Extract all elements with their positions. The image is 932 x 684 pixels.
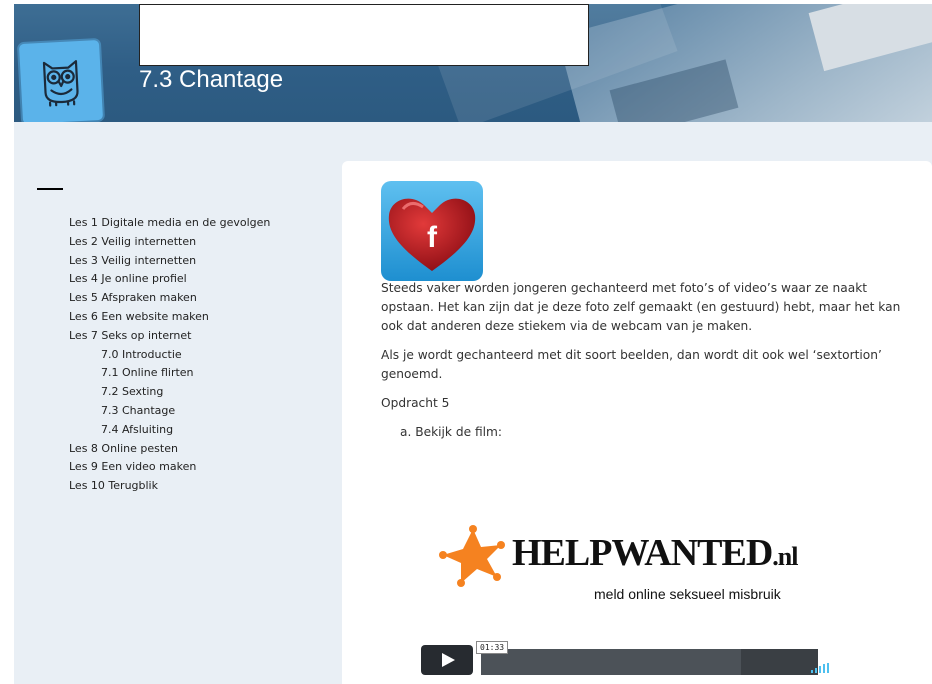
- gear-icon[interactable]: ⚙: [836, 659, 847, 673]
- sidebar-item[interactable]: Les 6 Een website maken: [69, 308, 270, 327]
- sidebar-item[interactable]: 7.2 Sexting: [69, 383, 270, 402]
- lesson-content: Steeds vaker worden jongeren gechanteerd…: [381, 279, 901, 452]
- volume-icon[interactable]: [811, 663, 831, 673]
- sidebar-item[interactable]: 7.0 Introductie: [69, 346, 270, 365]
- sidebar-item[interactable]: Les 5 Afspraken maken: [69, 289, 270, 308]
- progress-track: [481, 649, 741, 675]
- sidebar-item[interactable]: Les 8 Online pesten: [69, 440, 270, 459]
- helpwanted-logo: HELPWANTED.nl: [512, 531, 798, 575]
- sidebar-item[interactable]: Les 4 Je online profiel: [69, 270, 270, 289]
- sidebar-item[interactable]: Les 7 Seks op internet: [69, 327, 270, 346]
- menu-toggle[interactable]: [37, 188, 63, 190]
- sidebar-item[interactable]: 7.4 Afsluiting: [69, 421, 270, 440]
- search-input[interactable]: [139, 4, 589, 66]
- content-card: f Steeds vaker worden jongeren gechantee…: [342, 161, 932, 684]
- play-button[interactable]: [421, 645, 473, 675]
- page-frame: 7.3 Chantage Les 1 Digitale media en de …: [14, 4, 932, 684]
- time-indicator: 01:33: [476, 641, 509, 654]
- intro-paragraph: Steeds vaker worden jongeren gechanteerd…: [381, 281, 901, 333]
- sextortion-paragraph: Als je wordt gechanteerd met dit soort b…: [381, 348, 882, 381]
- page-title: 7.3 Chantage: [139, 66, 284, 93]
- play-icon: [442, 653, 455, 667]
- sidebar-item[interactable]: Les 3 Veilig internetten: [69, 252, 270, 271]
- fullscreen-icon[interactable]: ⌖: [857, 658, 864, 673]
- sidebar-item[interactable]: 7.3 Chantage: [69, 402, 270, 421]
- header-banner: 7.3 Chantage: [14, 4, 932, 122]
- sidebar-item[interactable]: 7.1 Online flirten: [69, 364, 270, 383]
- sidebar-nav: Les 1 Digitale media en de gevolgen Les 2…: [69, 214, 270, 496]
- svg-text:f: f: [427, 221, 438, 254]
- helpwanted-subtitle: meld online seksueel misbruik: [594, 586, 781, 602]
- owl-icon: [42, 60, 79, 107]
- assignment-list-item: a. Bekijk de film:: [400, 425, 502, 439]
- helpwanted-logo-text: HELPWANTED: [512, 532, 773, 574]
- sidebar-item[interactable]: Les 2 Veilig internetten: [69, 233, 270, 252]
- owl-logo[interactable]: [18, 39, 104, 122]
- sheriff-star-icon: [439, 525, 505, 587]
- facebook-heart-icon: f: [381, 181, 483, 281]
- sidebar-item[interactable]: Les 9 Een video maken: [69, 458, 270, 477]
- progress-bar[interactable]: ⚙ ⌖: [481, 649, 864, 675]
- assignment-heading: Opdracht 5: [381, 396, 450, 410]
- sidebar-item[interactable]: Les 1 Digitale media en de gevolgen: [69, 214, 270, 233]
- helpwanted-logo-suffix: .nl: [772, 542, 798, 571]
- video-player: ⚙ ⌖ 01:33: [421, 641, 864, 675]
- sidebar-item[interactable]: Les 10 Terugblik: [69, 477, 270, 496]
